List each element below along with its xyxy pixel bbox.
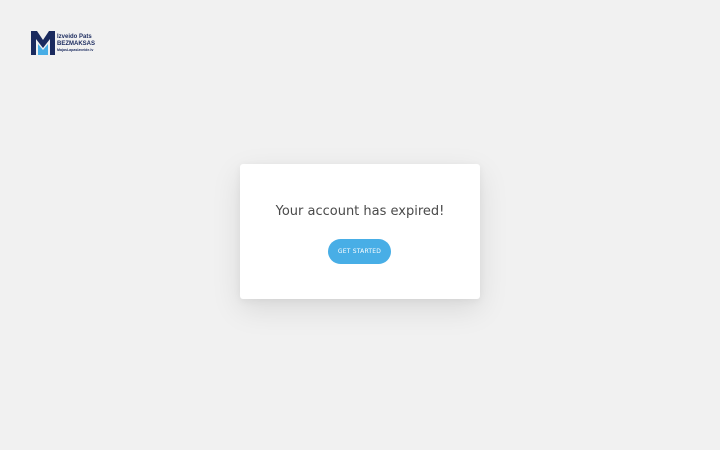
logo-m-icon	[31, 31, 55, 55]
site-logo[interactable]: Izveido Pats BEZMAKSAS MajasLapasIzveide…	[30, 29, 95, 57]
logo-line-2: BEZMAKSAS	[57, 40, 96, 47]
logo-line-1: Izveido Pats	[57, 33, 92, 40]
page: Izveido Pats BEZMAKSAS MajasLapasIzveide…	[0, 0, 720, 450]
dialog-title: Your account has expired!	[275, 204, 445, 219]
logo-line-3: MajasLapasIzveide.lv	[57, 47, 94, 52]
expired-dialog: Your account has expired! GET STARTED	[240, 164, 480, 299]
get-started-button[interactable]: GET STARTED	[328, 239, 391, 264]
logo-text: Izveido Pats BEZMAKSAS MajasLapasIzveide…	[57, 34, 95, 53]
